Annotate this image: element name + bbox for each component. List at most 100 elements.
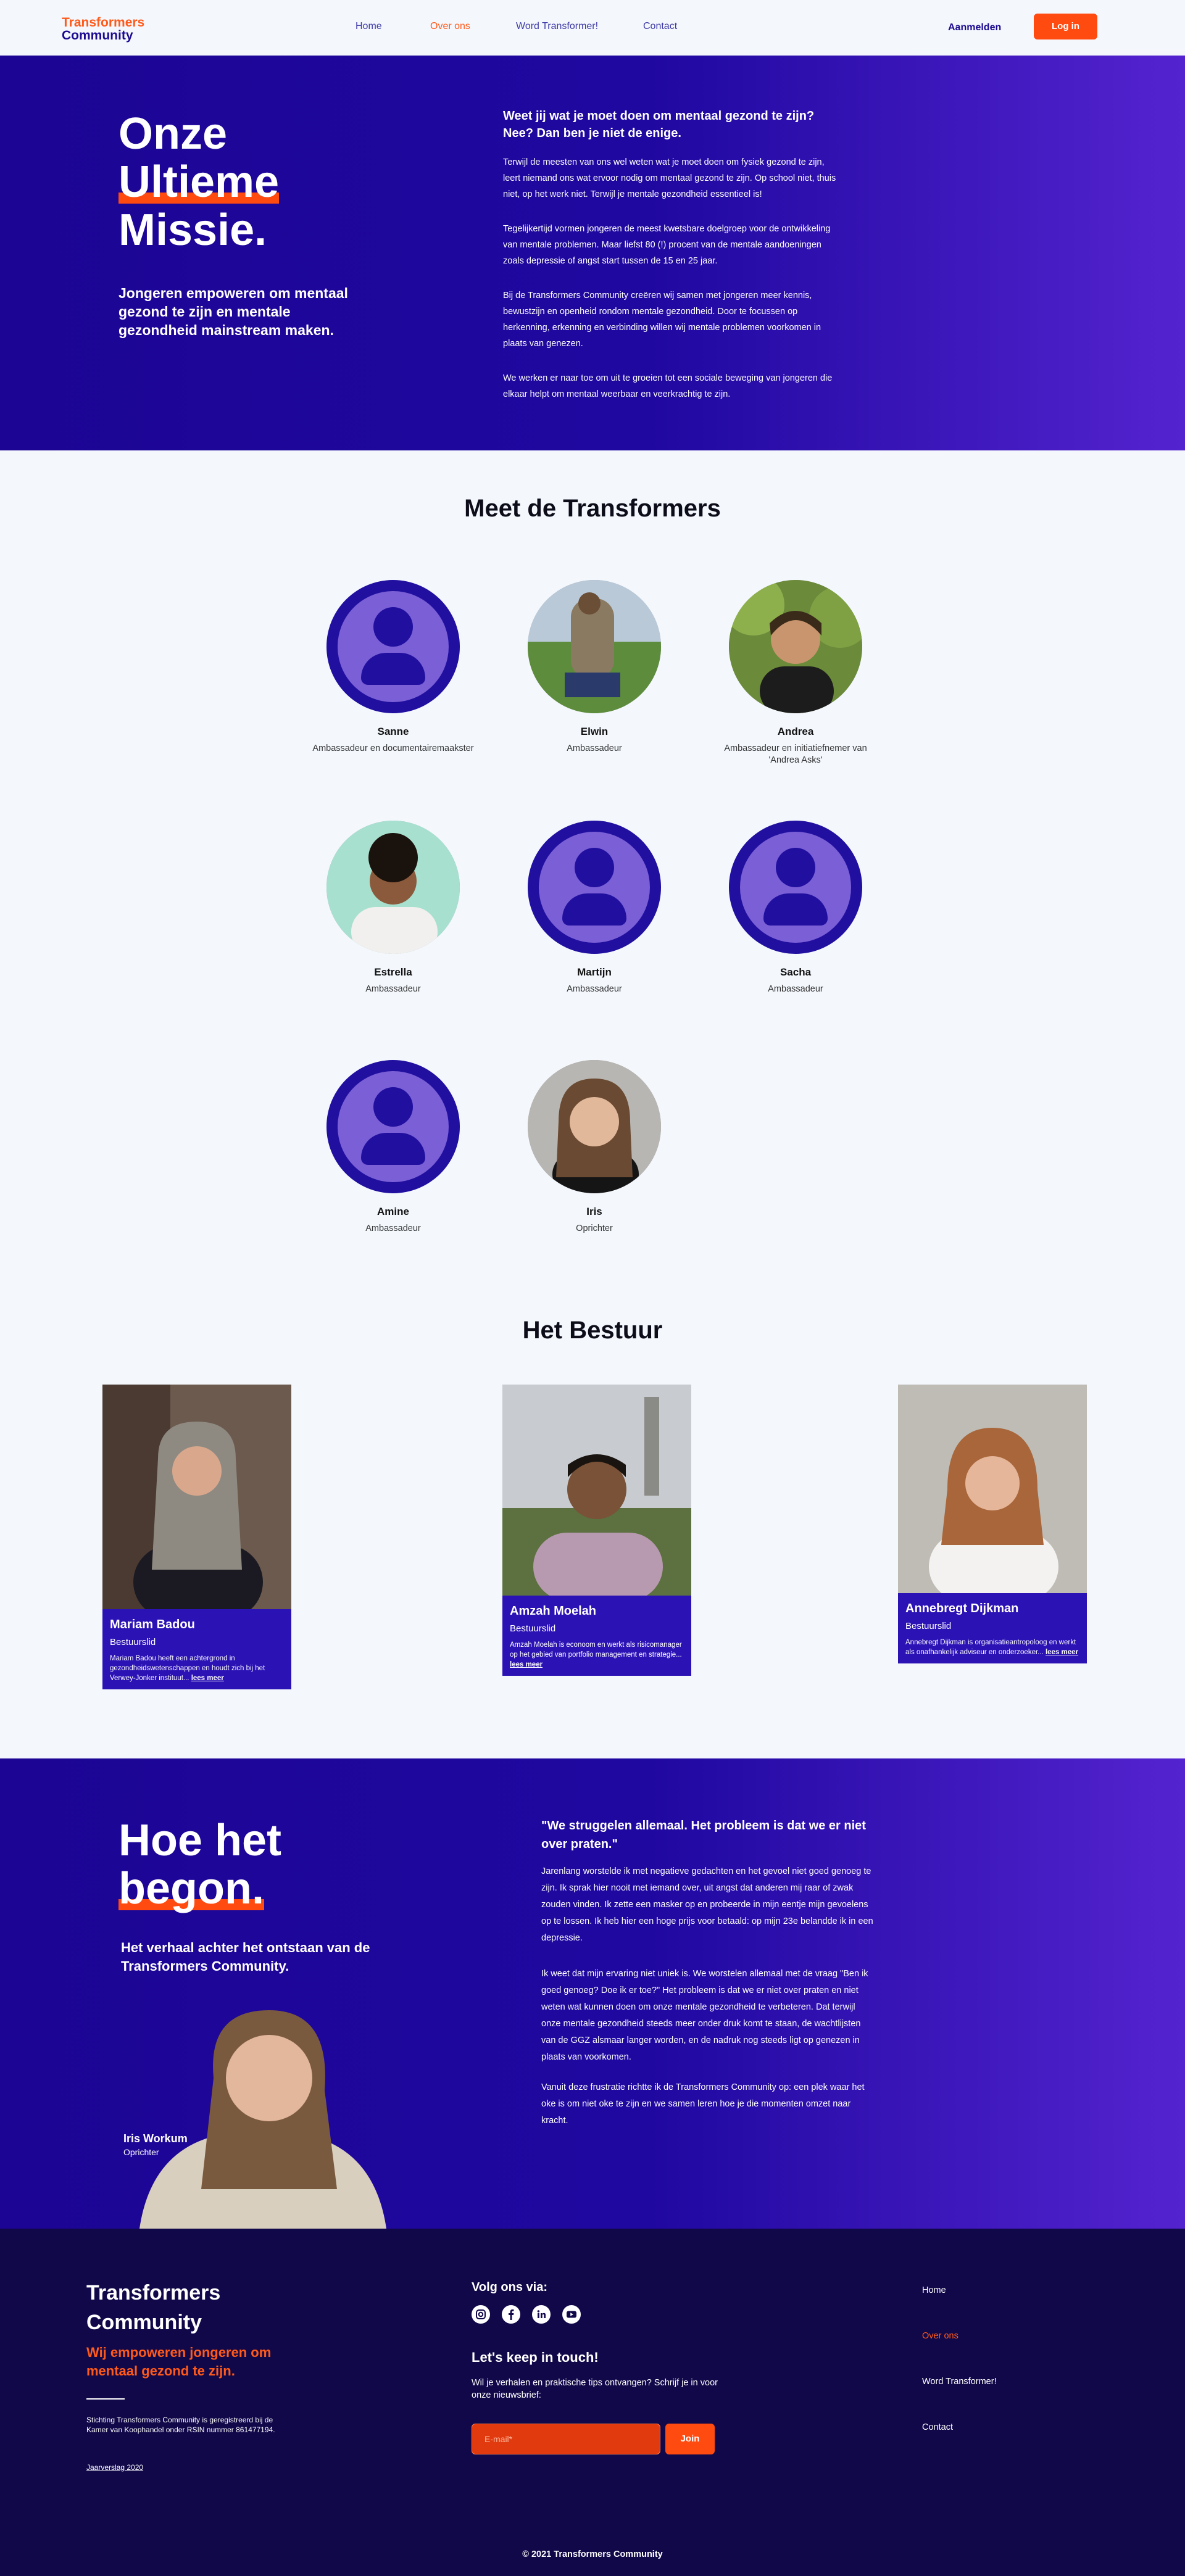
team-title: Meet de Transformers: [464, 495, 721, 522]
story-paragraph-1: Jarenlang worstelde ik met negatieve ged…: [541, 1866, 873, 1943]
team-member-card: Estrella Ambassadeur: [307, 821, 480, 995]
board-photo: [502, 1385, 691, 1596]
member-name: Sacha: [780, 966, 812, 978]
member-role: Ambassadeur en initiatiefnemer van 'Andr…: [724, 743, 867, 765]
founder-name: Iris Workum: [123, 2132, 188, 2145]
newsletter-title: Let's keep in touch!: [472, 2350, 599, 2365]
story-subtitle: Het verhaal achter het ontstaan van de T…: [121, 1940, 370, 1974]
footer-nav-home[interactable]: Home: [922, 2285, 946, 2295]
story-paragraph-2: Ik weet dat mijn ervaring niet uniek is.…: [541, 1969, 868, 2062]
avatar-placeholder-icon: [729, 821, 862, 954]
avatar-placeholder-icon: [326, 1060, 460, 1193]
mission-hero: Onze Ultieme Missie. Jongeren empoweren …: [0, 56, 1185, 450]
board-member-card: Amzah Moelah Bestuurslid Amzah Moelah is…: [502, 1385, 691, 1676]
story-title-line2: begon.: [118, 1864, 264, 1913]
member-name: Andrea: [777, 726, 814, 737]
signup-link[interactable]: Aanmelden: [948, 22, 1001, 33]
founder-photo: [139, 2004, 386, 2229]
footer-legal: Stichting Transformers Community is gere…: [86, 2416, 275, 2434]
team-member-card: Sanne Ambassadeur en documentairemaakste…: [307, 580, 480, 755]
member-name: Iris: [586, 1206, 602, 1217]
member-role: Ambassadeur: [365, 1224, 421, 1233]
board-member-role: Bestuurslid: [905, 1621, 952, 1631]
member-role: Ambassadeur: [567, 984, 622, 994]
member-name: Sanne: [377, 726, 409, 737]
board-member-desc: Annebregt Dijkman is organisatieantropol…: [905, 1638, 1079, 1657]
newsletter-email-input[interactable]: E-mail*: [472, 2424, 660, 2454]
footer-nav-word-transformer[interactable]: Word Transformer!: [922, 2377, 997, 2387]
member-name: Amine: [377, 1206, 409, 1217]
board-member-name: Mariam Badou: [110, 1618, 195, 1631]
nav-contact[interactable]: Contact: [643, 21, 677, 32]
nav-word-transformer[interactable]: Word Transformer!: [516, 21, 598, 32]
team-member-card: Amine Ambassadeur: [307, 1060, 480, 1235]
board-desc-text: Amzah Moelah is econoom en werkt als ris…: [510, 1641, 682, 1659]
team-member-card: Martijn Ambassadeur: [508, 821, 681, 995]
team-member-card: Iris Oprichter: [508, 1060, 681, 1235]
avatar-photo: [326, 821, 460, 954]
board-photo: [898, 1385, 1087, 1593]
story-quote: "We struggelen allemaal. Het probleem is…: [541, 1819, 866, 1851]
youtube-icon[interactable]: [562, 2305, 581, 2324]
mission-title-line1: Onze: [118, 109, 228, 159]
mission-question: Weet jij wat je moet doen om mentaal gez…: [503, 109, 815, 140]
member-role: Oprichter: [576, 1224, 613, 1233]
board-member-role: Bestuurslid: [510, 1623, 556, 1634]
board-member-desc: Mariam Badou heeft een achtergrond in ge…: [110, 1654, 284, 1683]
member-role: Ambassadeur: [567, 743, 622, 753]
story-paragraph-3: Vanuit deze frustratie richtte ik de Tra…: [541, 2082, 865, 2126]
mission-subtitle: Jongeren empoweren om mentaal gezond te …: [118, 285, 348, 338]
board-info: Mariam Badou Bestuurslid Mariam Badou he…: [102, 1609, 291, 1689]
team-member-card: Sacha Ambassadeur: [709, 821, 882, 995]
instagram-icon[interactable]: [472, 2305, 490, 2324]
founder-role: Oprichter: [123, 2147, 159, 2157]
newsletter-text: Wil je verhalen en praktische tips ontva…: [472, 2378, 718, 2400]
facebook-icon[interactable]: [502, 2305, 520, 2324]
footer-nav-contact[interactable]: Contact: [922, 2422, 953, 2432]
logo[interactable]: Transformers Community: [62, 16, 144, 42]
read-more-link[interactable]: lees meer: [1046, 1649, 1078, 1656]
footer-brand-line1: Transformers: [86, 2281, 221, 2305]
board-photo: [102, 1385, 291, 1609]
mission-paragraph-2: Tegelijkertijd vormen jongeren de meest …: [503, 224, 831, 266]
nav-home[interactable]: Home: [356, 21, 382, 32]
mission-paragraph-3: Bij de Transformers Community creëren wi…: [503, 291, 821, 349]
linkedin-icon[interactable]: [532, 2305, 551, 2324]
login-button[interactable]: Log in: [1034, 14, 1097, 39]
story-title: Hoe het begon.: [118, 1816, 281, 1913]
mission-paragraph-1: Terwijl de meesten van ons wel weten wat…: [503, 157, 836, 199]
member-name: Elwin: [580, 726, 609, 737]
copyright: © 2021 Transformers Community: [522, 2549, 663, 2559]
footer-nav-over-ons[interactable]: Over ons: [922, 2331, 958, 2341]
board-member-card: Mariam Badou Bestuurslid Mariam Badou he…: [102, 1385, 291, 1689]
avatar-placeholder-icon: [326, 580, 460, 713]
footer-divider: [86, 2398, 125, 2400]
board-member-card: Annebregt Dijkman Bestuurslid Annebregt …: [898, 1385, 1087, 1663]
board-desc-text: Mariam Badou heeft een achtergrond in ge…: [110, 1655, 265, 1682]
team-member-card: Elwin Ambassadeur: [508, 580, 681, 755]
avatar-photo: [528, 580, 661, 713]
newsletter-join-button[interactable]: Join: [665, 2424, 715, 2454]
avatar-photo: [528, 1060, 661, 1193]
story-section: Hoe het begon. Het verhaal achter het on…: [0, 1758, 1185, 2229]
member-role: Ambassadeur: [768, 984, 823, 994]
board-member-name: Amzah Moelah: [510, 1604, 597, 1618]
team-member-card: Andrea Ambassadeur en initiatiefnemer va…: [709, 580, 882, 766]
nav-over-ons[interactable]: Over ons: [430, 21, 470, 32]
footer-brand-line2: Community: [86, 2311, 202, 2334]
mission-title: Onze Ultieme Missie.: [118, 109, 280, 254]
annual-report-link[interactable]: Jaarverslag 2020: [86, 2463, 143, 2472]
site-footer: Transformers Community Wij empoweren jon…: [0, 2229, 1185, 2576]
member-role: Ambassadeur: [365, 984, 421, 994]
avatar-photo: [729, 580, 862, 713]
read-more-link[interactable]: lees meer: [191, 1675, 224, 1682]
follow-title: Volg ons via:: [472, 2280, 547, 2294]
member-name: Estrella: [374, 966, 412, 978]
member-name: Martijn: [577, 966, 612, 978]
board-member-role: Bestuurslid: [110, 1637, 156, 1647]
board-info: Annebregt Dijkman Bestuurslid Annebregt …: [898, 1593, 1087, 1663]
read-more-link[interactable]: lees meer: [510, 1661, 543, 1668]
mission-title-line2: Ultieme: [118, 157, 280, 207]
board-member-name: Annebregt Dijkman: [905, 1602, 1019, 1615]
board-info: Amzah Moelah Bestuurslid Amzah Moelah is…: [502, 1596, 691, 1676]
